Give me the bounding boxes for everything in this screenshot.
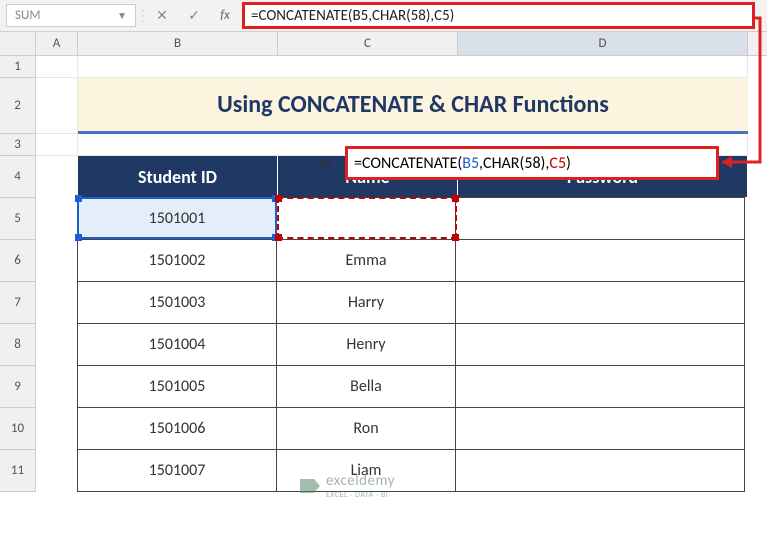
cell-d5[interactable] xyxy=(455,197,745,240)
cell[interactable] xyxy=(455,281,745,324)
watermark-name: exceldemy xyxy=(326,472,395,490)
select-all-corner[interactable] xyxy=(0,32,36,55)
col-header-d[interactable]: D xyxy=(458,32,748,55)
cell[interactable]: Henry xyxy=(276,323,456,366)
row-header[interactable]: 7 xyxy=(0,282,36,324)
row-header[interactable]: 11 xyxy=(0,450,36,492)
cell[interactable] xyxy=(36,56,78,78)
logo-icon xyxy=(300,479,320,493)
chevron-down-icon[interactable]: ▼ xyxy=(117,9,127,22)
cell[interactable]: Ron xyxy=(276,407,456,450)
enter-icon[interactable]: ✓ xyxy=(178,0,210,31)
row-header[interactable]: 5 xyxy=(0,198,36,240)
cell[interactable] xyxy=(36,282,78,324)
formula-bar-area: SUM ▼ ⋮ ✕ ✓ fx =CONCATENATE(B5,CHAR(58),… xyxy=(0,0,767,32)
cell-b5[interactable]: 1501001 xyxy=(77,197,277,240)
cell-grid: Using CONCATENATE & CHAR Functions Stude… xyxy=(36,56,767,492)
page-title: Using CONCATENATE & CHAR Functions xyxy=(217,90,609,119)
c5-partial-text: Ja xyxy=(318,154,331,173)
row-header[interactable]: 6 xyxy=(0,240,36,282)
row-header[interactable]: 3 xyxy=(0,134,36,156)
name-box-value: SUM xyxy=(15,8,40,23)
cell[interactable] xyxy=(36,198,78,240)
cell[interactable]: 1501002 xyxy=(77,239,277,282)
cell[interactable] xyxy=(455,449,745,492)
formula-input[interactable]: =CONCATENATE(B5,CHAR(58),C5) xyxy=(242,2,755,29)
col-header-c[interactable]: C xyxy=(278,32,458,55)
cell[interactable] xyxy=(455,407,745,450)
col-header-b[interactable]: B xyxy=(78,32,278,55)
cell[interactable] xyxy=(36,240,78,282)
cell[interactable]: 1501007 xyxy=(77,449,277,492)
watermark: exceldemy EXCEL · DATA · BI xyxy=(300,472,395,500)
cell[interactable] xyxy=(36,450,78,492)
watermark-tag: EXCEL · DATA · BI xyxy=(326,490,395,500)
cell[interactable]: Emma xyxy=(276,239,456,282)
row-header[interactable]: 10 xyxy=(0,408,36,450)
cell[interactable] xyxy=(455,365,745,408)
cell[interactable] xyxy=(78,56,748,78)
row-header[interactable]: 1 xyxy=(0,56,36,78)
table-header-id[interactable]: Student ID xyxy=(78,156,278,198)
cell-c5[interactable] xyxy=(276,197,456,240)
cell[interactable] xyxy=(36,324,78,366)
cell[interactable]: Bella xyxy=(276,365,456,408)
row-header[interactable]: 9 xyxy=(0,366,36,408)
cell[interactable]: Harry xyxy=(276,281,456,324)
title-cell[interactable]: Using CONCATENATE & CHAR Functions xyxy=(78,78,748,134)
row-header[interactable]: 8 xyxy=(0,324,36,366)
cell[interactable] xyxy=(36,156,78,198)
cell[interactable] xyxy=(36,366,78,408)
row-header[interactable]: 4 xyxy=(0,156,36,198)
column-header-row: A B C D xyxy=(0,32,767,56)
cell[interactable] xyxy=(36,408,78,450)
formula-text: =CONCATENATE(B5,CHAR(58),C5) xyxy=(251,7,454,25)
cell[interactable] xyxy=(455,239,745,282)
col-header-a[interactable]: A xyxy=(36,32,78,55)
formula-overlay-d5: =CONCATENATE(B5,CHAR(58),C5) xyxy=(345,146,719,180)
cell[interactable]: 1501005 xyxy=(77,365,277,408)
cell[interactable]: 1501006 xyxy=(77,407,277,450)
name-box[interactable]: SUM ▼ xyxy=(6,4,136,27)
cell[interactable] xyxy=(36,134,78,156)
cell[interactable] xyxy=(36,78,78,134)
cancel-icon[interactable]: ✕ xyxy=(146,0,178,31)
fx-icon[interactable]: fx xyxy=(210,0,240,31)
cell[interactable]: 1501004 xyxy=(77,323,277,366)
cell[interactable] xyxy=(455,323,745,366)
row-header[interactable]: 2 xyxy=(0,78,36,134)
row-header-col: 1 2 3 4 5 6 7 8 9 10 11 xyxy=(0,56,36,492)
cell[interactable]: 1501003 xyxy=(77,281,277,324)
